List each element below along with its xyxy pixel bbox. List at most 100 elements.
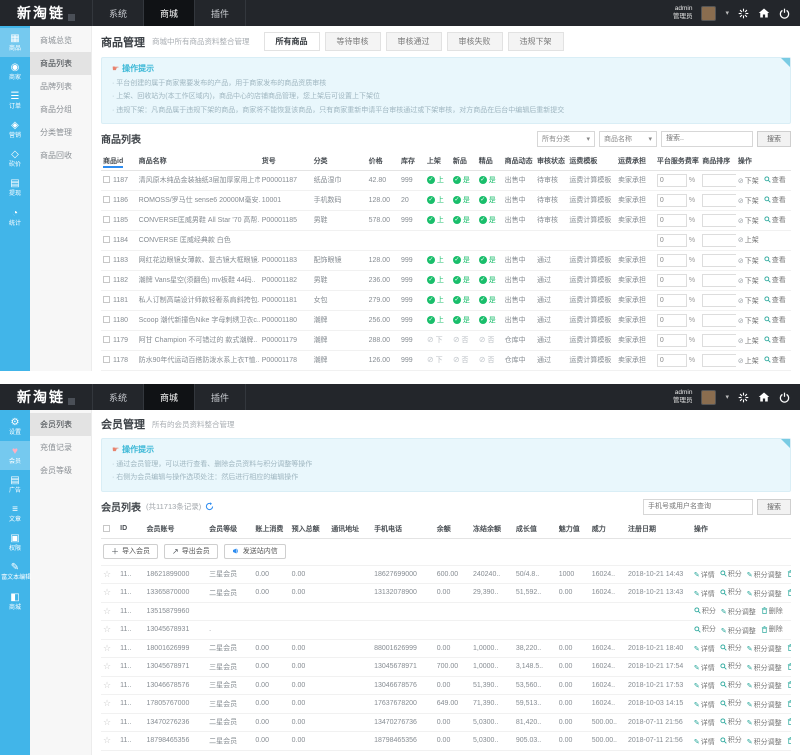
avatar[interactable] <box>701 389 717 405</box>
submenu-item-品牌列表[interactable]: 品牌列表 <box>30 75 91 98</box>
submenu-item-分类管理[interactable]: 分类管理 <box>30 121 91 144</box>
star-icon[interactable]: ☆ <box>103 624 111 634</box>
nav-item-商城[interactable]: 商城 <box>143 384 195 410</box>
op-积分[interactable]: 积分 <box>720 698 742 708</box>
row-checkbox[interactable] <box>103 336 110 344</box>
sidebar-item-设置[interactable]: ⚙ 设置 <box>0 412 30 441</box>
sidebar-item-商家[interactable]: ◉ 商家 <box>0 57 30 86</box>
fee-input[interactable] <box>656 213 687 227</box>
op-积分[interactable]: 积分 <box>694 624 716 634</box>
op-详情[interactable]: ✎ 详情 <box>694 570 715 580</box>
star-icon[interactable]: ☆ <box>103 698 111 708</box>
sort-input[interactable] <box>702 233 736 247</box>
star-icon[interactable]: ☆ <box>103 606 111 616</box>
sidebar-item-富文本编辑[interactable]: ✎ 富文本编辑 <box>0 557 31 586</box>
op-查看[interactable]: 查看 <box>764 335 786 345</box>
sort-input[interactable] <box>702 253 736 267</box>
sort-input[interactable] <box>702 193 736 207</box>
search-input[interactable] <box>661 130 753 147</box>
nav-item-系统[interactable]: 系统 <box>92 0 143 26</box>
nav-item-插件[interactable]: 插件 <box>194 0 247 26</box>
op-查看[interactable]: 查看 <box>764 275 786 285</box>
sidebar-item-统计[interactable]: ◔ 统计 <box>0 203 30 232</box>
submenu-item-商城总览[interactable]: 商城总览 <box>30 29 91 52</box>
sort-input[interactable] <box>702 293 736 307</box>
submenu-item-商品分组[interactable]: 商品分组 <box>30 98 91 121</box>
star-icon[interactable]: ☆ <box>103 735 111 745</box>
star-icon[interactable]: ☆ <box>103 680 111 690</box>
chevron-down-icon[interactable]: ▾ <box>725 393 729 401</box>
op-下架[interactable]: ⊘ 下架 <box>738 296 759 306</box>
submenu-item-商品回收[interactable]: 商品回收 <box>30 144 91 167</box>
clear-cache-icon[interactable] <box>738 8 749 19</box>
tab-审核通过[interactable]: 审核通过 <box>385 32 442 51</box>
op-查看[interactable]: 查看 <box>764 175 786 185</box>
sidebar-item-文章[interactable]: ≡ 文章 <box>0 499 30 528</box>
star-icon[interactable]: ☆ <box>103 717 111 727</box>
home-icon[interactable] <box>758 7 770 19</box>
op-上架[interactable]: ⊘ 上架 <box>738 336 759 346</box>
power-icon[interactable] <box>779 8 790 19</box>
submenu-item-会员等级[interactable]: 会员等级 <box>30 459 91 482</box>
sort-input[interactable] <box>702 173 736 187</box>
fee-input[interactable] <box>656 233 687 247</box>
op-上架[interactable]: ⊘ 上架 <box>738 356 759 366</box>
op-下架[interactable]: ⊘ 下架 <box>738 176 759 186</box>
op-积分[interactable]: 积分 <box>720 661 742 671</box>
op-积分[interactable]: 积分 <box>720 569 742 579</box>
sidebar-item-会员[interactable]: ♥ 会员 <box>0 441 30 471</box>
power-icon[interactable] <box>779 392 790 403</box>
op-下架[interactable]: ⊘ 下架 <box>738 216 759 226</box>
member-search-input[interactable] <box>643 498 753 515</box>
submenu-item-商品列表[interactable]: 商品列表 <box>30 52 91 75</box>
op-查看[interactable]: 查看 <box>764 355 786 365</box>
op-查看[interactable]: 查看 <box>764 315 786 325</box>
submenu-item-会员列表[interactable]: 会员列表 <box>30 413 91 436</box>
fee-input[interactable] <box>656 253 687 267</box>
导出会员-button[interactable]: ↗ 导出会员 <box>164 543 218 559</box>
home-icon[interactable] <box>758 391 770 403</box>
tab-违规下架[interactable]: 违规下架 <box>507 32 564 51</box>
clear-cache-icon[interactable] <box>738 392 749 403</box>
op-删除[interactable]: 删除 <box>787 587 791 597</box>
row-checkbox[interactable] <box>103 256 110 264</box>
op-查看[interactable]: 查看 <box>764 295 786 305</box>
op-查看[interactable]: 查看 <box>764 255 786 265</box>
op-详情[interactable]: ✎ 详情 <box>694 663 715 673</box>
tab-审核失败[interactable]: 审核失败 <box>446 32 503 51</box>
op-积分[interactable]: 积分 <box>720 717 742 727</box>
row-checkbox[interactable] <box>103 276 110 284</box>
op-积分[interactable]: 积分 <box>720 587 742 597</box>
select-all-checkbox[interactable] <box>103 524 110 532</box>
fee-input[interactable] <box>656 293 687 307</box>
op-详情[interactable]: ✎ 详情 <box>694 644 715 654</box>
sidebar-item-广告[interactable]: ▤ 广告 <box>0 470 30 499</box>
fee-input[interactable] <box>656 313 687 327</box>
op-积分[interactable]: 积分 <box>720 643 742 653</box>
sidebar-item-商品[interactable]: ▦ 商品 <box>0 28 30 58</box>
op-删除[interactable]: 删除 <box>787 680 791 690</box>
op-积分[interactable]: 积分 <box>694 606 716 616</box>
fee-input[interactable] <box>656 193 687 207</box>
sidebar-item-营销[interactable]: ◈ 营销 <box>0 115 30 144</box>
op-删除[interactable]: 删除 <box>787 569 791 579</box>
row-checkbox[interactable] <box>103 216 110 224</box>
导入会员-button[interactable]: ＋导入会员 <box>103 543 158 559</box>
op-删除[interactable]: 删除 <box>787 698 791 708</box>
star-icon[interactable]: ☆ <box>103 643 111 653</box>
nav-item-系统[interactable]: 系统 <box>92 384 143 410</box>
op-下架[interactable]: ⊘ 下架 <box>738 196 759 206</box>
nav-item-插件[interactable]: 插件 <box>194 384 247 410</box>
row-checkbox[interactable] <box>103 236 110 244</box>
op-详情[interactable]: ✎ 详情 <box>694 737 715 747</box>
op-积分调整[interactable]: ✎ 积分调整 <box>747 644 782 654</box>
sort-input[interactable] <box>702 353 736 367</box>
field-select[interactable]: 商品名称 ▾ <box>599 130 657 147</box>
op-删除[interactable]: 删除 <box>761 624 783 634</box>
star-icon[interactable]: ☆ <box>103 661 111 671</box>
sidebar-item-商城[interactable]: ◧ 商城 <box>0 587 30 616</box>
row-checkbox[interactable] <box>103 316 110 324</box>
fee-input[interactable] <box>656 353 687 367</box>
star-icon[interactable]: ☆ <box>103 587 111 597</box>
row-checkbox[interactable] <box>103 196 110 204</box>
